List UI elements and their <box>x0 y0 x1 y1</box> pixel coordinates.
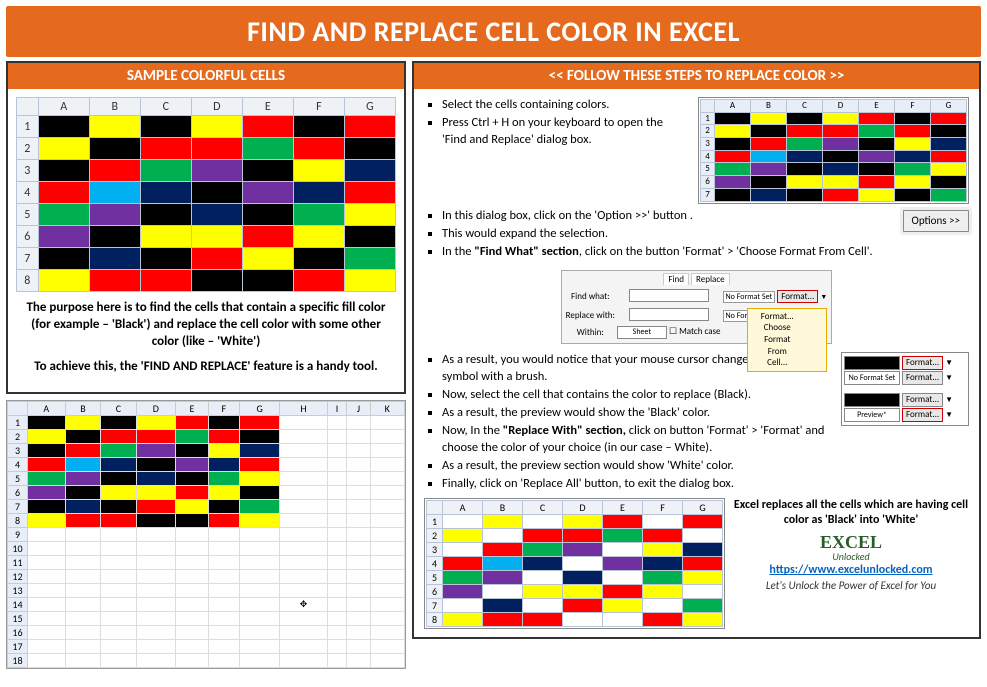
result-grid: ABCDEFG12345678 <box>426 500 723 627</box>
step-4: This would expand the selection. <box>442 226 895 242</box>
within-label: Within: <box>566 326 615 339</box>
find-what-input[interactable] <box>629 289 709 302</box>
replace-preview-white: Preview* <box>844 408 900 422</box>
page-title: FIND AND REPLACE CELL COLOR IN EXCEL <box>6 6 981 57</box>
replace-with-input[interactable] <box>629 308 709 321</box>
format-menu-item[interactable]: Format... <box>758 311 796 323</box>
find-format-dropdown-2[interactable]: Format... <box>902 393 943 407</box>
replace-format-dropdown-1[interactable]: Format... <box>902 371 943 385</box>
excel-worksheet-preview: ABCDEFGHIJK1234567891011121314✥15161718 <box>6 400 406 669</box>
find-preview-black <box>844 356 900 370</box>
replace-with-label: Replace with: <box>566 308 615 325</box>
find-replace-dialog: Find Replace Find what: No Format Set Fo… <box>561 270 833 344</box>
sample-panel: SAMPLE COLORFUL CELLS ABCDEFG12345678 Th… <box>6 61 406 394</box>
replace-noformat-preview: No Format Set <box>844 371 900 385</box>
sample-color-grid: ABCDEFG12345678 <box>16 97 396 292</box>
find-format-dropdown[interactable]: Format... <box>902 356 943 370</box>
step-7: Now, select the cell that contains the c… <box>442 387 833 403</box>
result-message: Excel replaces all the cells which are h… <box>733 498 969 527</box>
step-11: Finally, click on 'Replace All' button, … <box>442 476 833 492</box>
step-3: In this dialog box, click on the 'Option… <box>442 208 895 224</box>
find-preview-black-2 <box>844 393 900 407</box>
sample-description-2: To achieve this, the 'FIND AND REPLACE' … <box>16 351 396 384</box>
step-2: Press Ctrl + H on your keyboard to open … <box>442 115 690 148</box>
find-what-label: Find what: <box>566 289 615 306</box>
brand-tagline: Let's Unlock the Power of Excel for You <box>733 579 969 593</box>
options-button[interactable]: Options >> <box>903 210 969 232</box>
find-noformat-label: No Format Set <box>723 291 776 303</box>
step-5: In the "Find What" section, click on the… <box>442 244 895 260</box>
step-10: As a result, the preview section would s… <box>442 458 833 474</box>
step-9: Now, In the "Replace With" section, clic… <box>442 423 833 456</box>
step-8: As a result, the preview would show the … <box>442 405 833 421</box>
right-column: << FOLLOW THESE STEPS TO REPLACE COLOR >… <box>412 61 981 669</box>
brand-link[interactable]: https://www.excelunlocked.com <box>769 563 932 577</box>
within-dropdown[interactable]: Sheet <box>617 326 667 339</box>
sample-heading: SAMPLE COLORFUL CELLS <box>8 63 404 89</box>
selected-cells-thumbnail: ABCDEFG1234567 <box>700 99 967 202</box>
main-layout: SAMPLE COLORFUL CELLS ABCDEFG12345678 Th… <box>0 61 987 675</box>
steps-panel: << FOLLOW THESE STEPS TO REPLACE COLOR >… <box>412 61 981 639</box>
find-format-button[interactable]: Format... <box>777 290 818 303</box>
left-column: SAMPLE COLORFUL CELLS ABCDEFG12345678 Th… <box>6 61 406 669</box>
replace-format-dropdown-2[interactable]: Format... <box>902 408 943 422</box>
tab-replace[interactable]: Replace <box>691 273 730 285</box>
match-case-label: Match case <box>679 326 720 337</box>
step-1: Select the cells containing colors. <box>442 97 690 113</box>
choose-format-from-cell-item[interactable]: Choose Format From Cell... <box>758 322 796 369</box>
brand-block: EXCEL Unlocked https://www.excelunlocked… <box>733 531 969 593</box>
tab-find[interactable]: Find <box>663 273 689 285</box>
steps-heading: << FOLLOW THESE STEPS TO REPLACE COLOR >… <box>414 63 979 89</box>
sample-description-1: The purpose here is to find the cells th… <box>16 292 396 351</box>
